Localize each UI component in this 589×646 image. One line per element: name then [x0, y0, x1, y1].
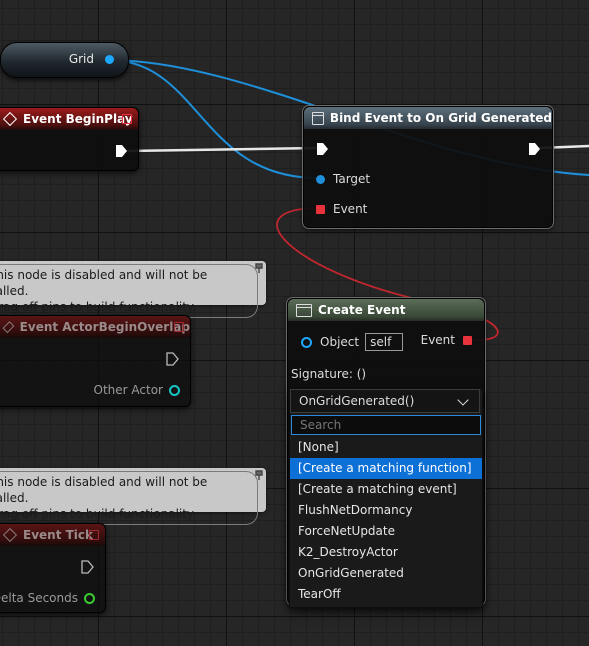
event-icon — [2, 527, 18, 543]
comment1-line2: Drag off pins to build functionality. — [0, 300, 197, 314]
dropdown-option[interactable]: [Create a matching event] — [290, 479, 482, 500]
grid-output-pin[interactable] — [105, 55, 114, 64]
create-event-header: Create Event — [288, 299, 484, 321]
overlap-delegate-pin[interactable] — [174, 322, 184, 332]
create-event-title: Create Event — [318, 303, 406, 317]
function-icon — [296, 303, 312, 317]
dropdown-option[interactable]: TearOff — [290, 584, 482, 605]
bind-event-pin-row[interactable]: Event — [316, 202, 367, 216]
create-event-out-pin[interactable] — [463, 335, 472, 345]
event-pin-label: Event — [333, 202, 368, 216]
disabled-comment-2: This node is disabled and will not be ca… — [0, 468, 266, 525]
overlap-title: Event ActorBeginOverlap — [19, 320, 190, 334]
comment2-line1: This node is disabled and will not be ca… — [0, 475, 208, 505]
object-pin-label: Object — [320, 335, 360, 349]
grid-variable-node[interactable]: Grid — [0, 42, 129, 78]
event-delegate-in-pin[interactable] — [316, 204, 325, 214]
event-delegate-pin[interactable] — [122, 114, 132, 124]
grid-to-target-wire — [107, 59, 319, 179]
comment2-line2: Drag off pins to build functionality. — [0, 507, 197, 521]
function-select[interactable]: OnGridGenerated() — [290, 389, 480, 413]
other-actor-pin[interactable] — [169, 384, 180, 396]
object-pin-row[interactable]: Object self — [301, 333, 404, 351]
event-beginplay-header: Event BeginPlay — [0, 108, 138, 130]
dropdown-option[interactable]: [Create a matching function] — [290, 458, 482, 479]
overlap-header: Event ActorBeginOverlap — [0, 316, 190, 338]
tick-header: Event Tick — [0, 524, 105, 546]
event-tick-node[interactable]: Event Tick Delta Seconds — [0, 523, 106, 613]
exec-wire — [125, 146, 319, 153]
delta-seconds-pin-row[interactable]: Delta Seconds — [0, 591, 95, 605]
event-actorbeginoverlap-node[interactable]: Event ActorBeginOverlap Other Actor — [0, 315, 191, 407]
event-beginplay-title: Event BeginPlay — [23, 112, 133, 126]
bind-event-title: Bind Event to On Grid Generated — [329, 111, 552, 125]
create-event-output-row[interactable]: Event — [421, 333, 472, 347]
pin-icon[interactable] — [255, 470, 263, 480]
chevron-down-icon — [457, 394, 469, 406]
tick-title: Event Tick — [23, 528, 94, 542]
pin-icon[interactable] — [255, 263, 263, 273]
bind-event-header: Bind Event to On Grid Generated — [304, 107, 552, 129]
tick-delegate-pin[interactable] — [89, 530, 99, 540]
object-value-field[interactable]: self — [365, 333, 404, 351]
event-beginplay-node[interactable]: Event BeginPlay — [0, 107, 139, 171]
dropdown-option[interactable]: ForceNetUpdate — [290, 521, 482, 542]
bind-target-pin-row[interactable]: Target — [316, 172, 370, 186]
dropdown-option[interactable]: K2_DestroyActor — [290, 542, 482, 563]
grid-label: Grid — [68, 52, 94, 66]
comment1-line1: This node is disabled and will not be ca… — [0, 268, 208, 298]
function-icon — [312, 111, 324, 125]
other-actor-label: Other Actor — [93, 383, 163, 397]
delta-seconds-label: Delta Seconds — [0, 591, 78, 605]
bind-event-node[interactable]: Bind Event to On Grid Generated Target E… — [302, 105, 554, 229]
selected-function: OnGridGenerated() — [299, 394, 415, 408]
object-pin[interactable] — [301, 336, 312, 348]
create-event-out-label: Event — [420, 333, 455, 347]
event-icon — [2, 321, 15, 333]
other-actor-pin-row[interactable]: Other Actor — [94, 383, 180, 397]
target-pin[interactable] — [316, 174, 325, 184]
signature-label: Signature: () — [291, 367, 367, 381]
function-dropdown[interactable]: OnGridGenerated() [None][Create a matchi… — [289, 388, 483, 608]
dropdown-option[interactable]: OnGridGenerated — [290, 563, 482, 584]
target-pin-label: Target — [333, 172, 371, 186]
event-icon — [2, 111, 18, 127]
disabled-comment-1: This node is disabled and will not be ca… — [0, 261, 266, 318]
dropdown-option[interactable]: FlushNetDormancy — [290, 500, 482, 521]
dropdown-option[interactable]: [None] — [290, 437, 482, 458]
delta-seconds-pin[interactable] — [84, 592, 95, 604]
search-input[interactable] — [291, 415, 481, 435]
